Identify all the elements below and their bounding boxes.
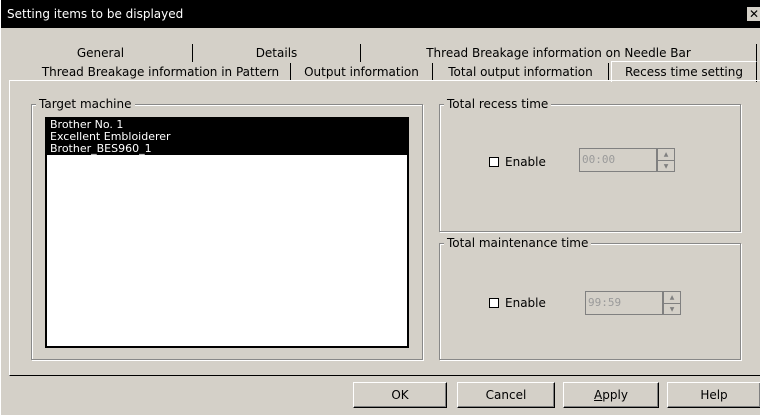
maintenance-enable-label: Enable <box>505 296 546 310</box>
tab-general[interactable]: General <box>9 44 193 62</box>
maintenance-time-spinner[interactable]: ▲ ▼ <box>663 291 681 315</box>
apply-button[interactable]: Apply <box>563 382 659 408</box>
maintenance-enable-checkbox[interactable] <box>489 298 499 308</box>
button-bar: OK Cancel Apply Help <box>1 378 760 415</box>
recess-enable-checkbox[interactable] <box>489 157 499 167</box>
list-item[interactable]: Brother_BES960_1 <box>47 143 407 155</box>
spin-down-icon[interactable]: ▼ <box>658 161 674 172</box>
help-button[interactable]: Help <box>667 382 760 408</box>
tab-total-output-information[interactable]: Total output information <box>433 63 609 81</box>
tab-details[interactable]: Details <box>193 44 361 62</box>
close-icon[interactable]: ✕ <box>747 7 760 21</box>
spin-up-icon[interactable]: ▲ <box>658 149 674 161</box>
recess-time-input[interactable]: 00:00 <box>579 148 657 172</box>
target-machine-label: Target machine <box>36 97 135 111</box>
tab-thread-breakage-pattern[interactable]: Thread Breakage information in Pattern <box>31 63 291 81</box>
tab-output-information[interactable]: Output information <box>291 63 433 81</box>
maintenance-enable-row[interactable]: Enable <box>489 296 546 310</box>
title-bar: Setting items to be displayed ✕ <box>1 0 760 28</box>
recess-enable-row[interactable]: Enable <box>489 155 546 169</box>
spin-down-icon[interactable]: ▼ <box>664 304 680 315</box>
target-machine-list[interactable]: Brother No. 1 Excellent Embloiderer Brot… <box>45 117 409 348</box>
window-title: Setting items to be displayed <box>7 7 184 21</box>
total-maintenance-time-label: Total maintenance time <box>444 236 592 250</box>
apply-label-rest: pply <box>602 388 628 402</box>
total-recess-time-label: Total recess time <box>444 97 552 111</box>
maintenance-time-input[interactable]: 99:59 <box>585 291 663 315</box>
tab-thread-breakage-needle-bar[interactable]: Thread Breakage information on Needle Ba… <box>361 44 757 62</box>
spin-up-icon[interactable]: ▲ <box>664 292 680 304</box>
tab-recess-time-setting[interactable]: Recess time setting <box>611 61 757 82</box>
recess-time-spinner[interactable]: ▲ ▼ <box>657 148 675 172</box>
cancel-button[interactable]: Cancel <box>457 382 555 408</box>
ok-button[interactable]: OK <box>353 382 447 408</box>
settings-dialog: Setting items to be displayed ✕ General … <box>0 0 760 415</box>
recess-enable-label: Enable <box>505 155 546 169</box>
